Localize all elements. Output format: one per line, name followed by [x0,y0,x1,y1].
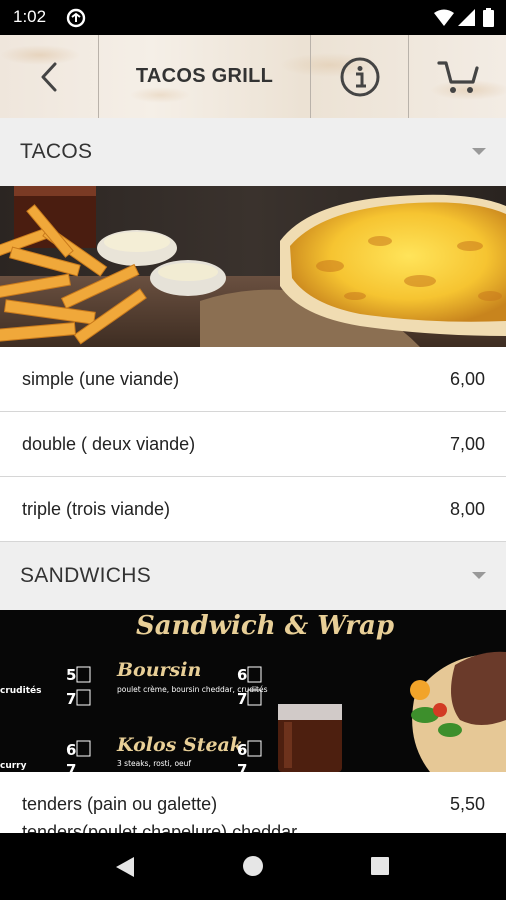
banner-price: 7 [66,761,76,772]
menu-item[interactable]: triple (trois viande) 8,00 [0,477,506,542]
banner-price: 6 [66,741,76,759]
banner-heading: Sandwich & Wrap [136,611,394,641]
item-name: tenders(poulet chapelure) cheddar [22,822,298,833]
banner-price: 7 [237,761,247,772]
banner-text: curry [0,761,27,771]
back-triangle-icon[interactable] [114,855,136,879]
section-title: TACOS [20,140,93,163]
cart-icon [436,60,479,93]
banner-price: 5 [66,666,76,684]
battery-icon [483,8,494,27]
banner-price: 6 [237,741,247,759]
item-price: 6,00 [449,369,485,389]
item-name: triple (trois viande) [22,499,171,519]
status-time: 1:02 [13,7,47,26]
chevron-left-icon [41,62,57,91]
chevron-down-icon [472,148,486,155]
page-title: TACOS GRILL [135,65,274,87]
cart-button[interactable] [409,35,506,118]
banner-price: 7 [237,690,247,708]
banner-product-name: Kolos Steak [116,734,243,756]
status-bar: 1:02 [0,0,506,35]
info-button[interactable] [311,35,408,118]
menu-item[interactable]: simple (une viande) 6,00 [0,347,506,412]
banner-price: 6 [237,666,247,684]
chevron-down-icon [472,572,486,579]
app-bar: TACOS GRILL [0,35,506,118]
sandwich-banner-image: Sandwich & Wrap crudités curry 5 7 6 7 B… [0,610,506,772]
notification-icon [66,8,86,28]
banner-price: 7 [66,690,76,708]
wifi-icon [434,9,454,26]
signal-icon [458,9,475,26]
info-icon [340,57,379,96]
recents-square-icon[interactable] [370,856,390,876]
section-title: SANDWICHS [20,564,152,587]
item-price: 7,00 [449,434,485,454]
item-name: simple (une viande) [22,369,180,389]
banner-text: crudités [0,685,41,696]
banner-product-desc: 3 steaks, rosti, oeuf [117,759,191,768]
tacos-banner-image [0,186,506,347]
menu-item[interactable]: tenders(poulet chapelure) cheddar [0,816,506,833]
navigation-bar [0,833,506,900]
home-circle-icon[interactable] [242,855,264,877]
back-button[interactable] [0,35,98,118]
item-name: double ( deux viande) [22,434,196,454]
banner-product-name: Boursin [116,659,201,681]
menu-item[interactable]: double ( deux viande) 7,00 [0,412,506,477]
section-header-tacos[interactable]: TACOS [0,118,506,186]
item-price: 8,00 [449,499,485,519]
section-header-sandwichs[interactable]: SANDWICHS [0,542,506,610]
